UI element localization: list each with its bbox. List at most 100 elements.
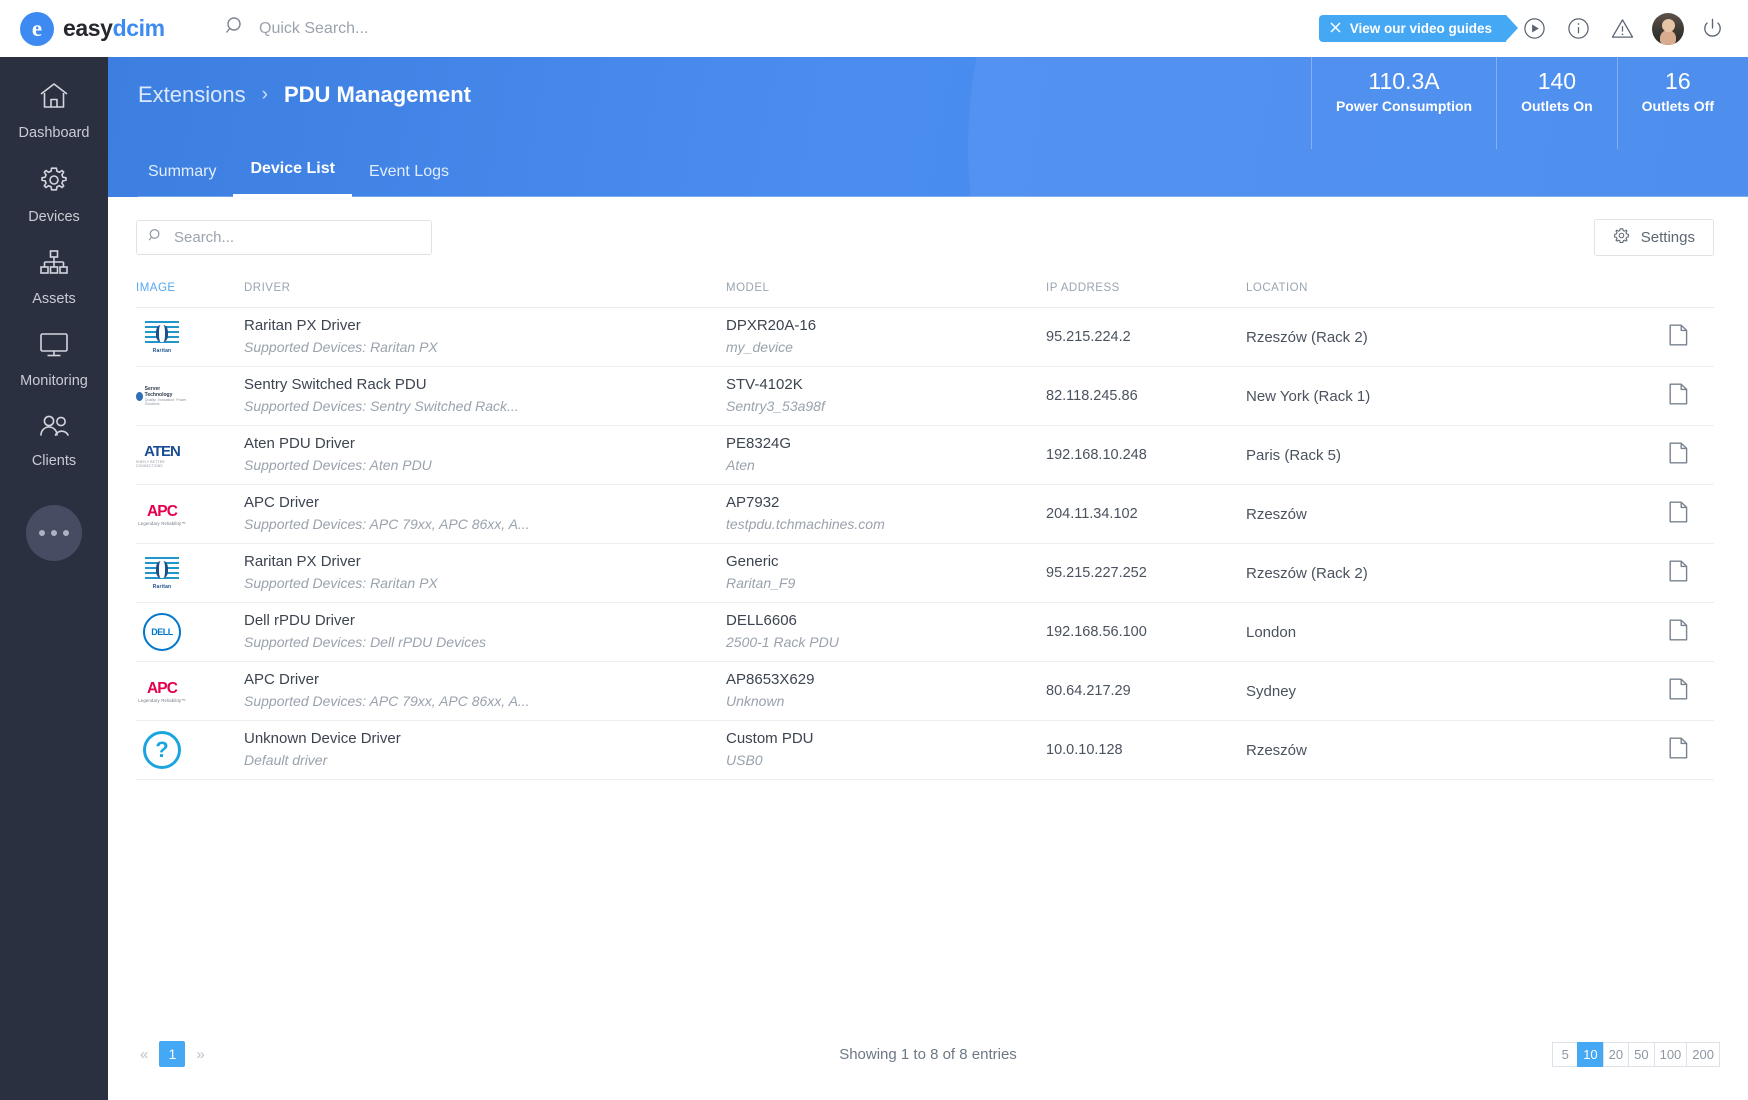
model-subtitle: USB0 — [726, 752, 763, 769]
pagination-page-1[interactable]: 1 — [159, 1041, 186, 1067]
tab-summary[interactable]: Summary — [138, 163, 233, 197]
column-header-ip-address[interactable]: IP ADDRESS — [1046, 282, 1246, 308]
warning-triangle-icon[interactable] — [1606, 13, 1638, 45]
notes-icon[interactable] — [1669, 619, 1688, 641]
model-subtitle: 2500-1 Rack PDU — [726, 634, 839, 651]
sidebar-item-clients[interactable]: Clients — [0, 413, 108, 469]
search-icon — [225, 16, 245, 41]
sentry-logo-icon: Server Technology Quality. Innovation. Po… — [136, 386, 188, 406]
tab-device-list[interactable]: Device List — [233, 160, 352, 197]
cell-image: DELL — [136, 602, 244, 662]
settings-label: Settings — [1640, 229, 1695, 246]
ip-address: 95.215.224.2 — [1046, 329, 1131, 345]
stat-label: Power Consumption — [1335, 97, 1473, 114]
stat-outlets-on: 140 Outlets On — [1496, 57, 1617, 149]
power-icon[interactable] — [1696, 13, 1728, 45]
gear-icon — [39, 165, 69, 200]
stat-value: 16 — [1665, 68, 1691, 94]
driver-name: Raritan PX Driver — [244, 316, 361, 334]
sidebar-item-label: Dashboard — [18, 125, 90, 141]
column-header-driver[interactable]: DRIVER — [244, 282, 726, 308]
table-row[interactable]: Raritan Raritan PX Driver Supported Device… — [136, 307, 1714, 367]
model-name: PE8324G — [726, 434, 792, 452]
notes-icon[interactable] — [1669, 501, 1688, 523]
column-header-image[interactable]: IMAGE — [136, 282, 244, 308]
cell-actions — [1636, 307, 1714, 367]
video-guides-banner[interactable]: View our video guides — [1318, 15, 1519, 42]
stat-value: 140 — [1537, 68, 1577, 94]
breadcrumb-parent[interactable]: Extensions — [138, 82, 246, 108]
column-header-model[interactable]: MODEL — [726, 282, 1046, 308]
cell-image: ? — [136, 720, 244, 780]
ip-address: 82.118.245.86 — [1046, 388, 1138, 404]
close-icon[interactable] — [1330, 21, 1341, 36]
ip-address: 10.0.10.128 — [1046, 742, 1123, 758]
unknown-device-icon: ? — [143, 731, 181, 769]
play-circle-icon[interactable] — [1518, 13, 1550, 45]
avatar[interactable] — [1652, 12, 1684, 45]
notes-icon[interactable] — [1669, 560, 1688, 582]
tab-bar: Summary Device List Event Logs — [138, 160, 466, 197]
driver-name: Sentry Switched Rack PDU — [244, 375, 427, 393]
page-size-option-5[interactable]: 5 — [1552, 1041, 1578, 1067]
driver-supported-devices: Supported Devices: APC 79xx, APC 86xx, A… — [244, 693, 530, 710]
location: Sydney — [1246, 682, 1297, 700]
cell-location: New York (Rack 1) — [1246, 366, 1636, 426]
monitor-icon — [38, 331, 70, 364]
page-size-option-200[interactable]: 200 — [1686, 1041, 1720, 1067]
cell-driver: Aten PDU Driver Supported Devices: Aten P… — [244, 425, 726, 485]
more-icon[interactable] — [26, 505, 82, 561]
table-row[interactable]: DELL Dell rPDU Driver Supported Devices: D… — [136, 602, 1714, 662]
notes-icon[interactable] — [1669, 324, 1688, 346]
location: New York (Rack 1) — [1246, 387, 1371, 405]
page-size-option-20[interactable]: 20 — [1602, 1041, 1629, 1067]
driver-name: Dell rPDU Driver — [244, 611, 355, 629]
sidebar-item-devices[interactable]: Devices — [0, 165, 108, 225]
driver-name: Aten PDU Driver — [244, 434, 355, 452]
pagination-next[interactable]: » — [192, 1044, 208, 1065]
notes-icon[interactable] — [1669, 442, 1688, 464]
brand-mark-icon: e — [20, 11, 54, 46]
breadcrumb: Extensions › PDU Management — [138, 82, 471, 108]
settings-button[interactable]: Settings — [1593, 219, 1714, 256]
table-row[interactable]: Server Technology Quality. Innovation. Po… — [136, 366, 1714, 426]
table-row[interactable]: APC Legendary Reliability™ APC Driver Suppo… — [136, 661, 1714, 721]
notes-icon[interactable] — [1669, 678, 1688, 700]
notes-icon[interactable] — [1669, 737, 1688, 759]
page-size-option-10[interactable]: 10 — [1577, 1041, 1603, 1067]
table-row[interactable]: Raritan Raritan PX Driver Supported Device… — [136, 543, 1714, 603]
search-input-wrapper[interactable] — [136, 220, 432, 255]
quick-search-input[interactable] — [259, 19, 559, 38]
cell-location: Rzeszów — [1246, 484, 1636, 544]
model-name: Custom PDU — [726, 729, 814, 747]
column-header-location[interactable]: LOCATION — [1246, 282, 1636, 308]
sidebar-item-assets[interactable]: Assets — [0, 249, 108, 307]
notes-icon[interactable] — [1669, 383, 1688, 405]
sidebar-item-monitoring[interactable]: Monitoring — [0, 331, 108, 389]
quick-search[interactable] — [225, 16, 559, 41]
table-toolbar: Settings — [108, 197, 1748, 256]
pagination-prev[interactable]: « — [136, 1044, 152, 1065]
ip-address: 192.168.56.100 — [1046, 624, 1147, 640]
ip-address: 192.168.10.248 — [1046, 447, 1147, 463]
stat-value: 110.3A — [1368, 68, 1440, 94]
table-row[interactable]: ? Unknown Device Driver Default driver Cust… — [136, 720, 1714, 780]
location: Rzeszów (Rack 2) — [1246, 328, 1368, 346]
info-circle-icon[interactable] — [1562, 13, 1594, 45]
table-header-row: IMAGE DRIVER MODEL IP ADDRESS LOCATION — [136, 282, 1714, 308]
cell-model: PE8324G Aten — [726, 425, 1046, 485]
stat-label: Outlets Off — [1641, 97, 1714, 114]
table-row[interactable]: APC Legendary Reliability™ APC Driver Suppo… — [136, 484, 1714, 544]
cell-image: Raritan — [136, 543, 244, 603]
sidebar-item-dashboard[interactable]: Dashboard — [0, 81, 108, 141]
ip-address: 80.64.217.29 — [1046, 683, 1131, 699]
table-row[interactable]: ATEN SIMPLY BETTER CONNECTIONS Aten PDU Dr… — [136, 425, 1714, 485]
brand-logo[interactable]: e easydcim — [20, 11, 180, 46]
page-size-option-50[interactable]: 50 — [1628, 1041, 1654, 1067]
page-title: PDU Management — [283, 82, 471, 107]
page-size-option-100[interactable]: 100 — [1653, 1041, 1687, 1067]
cell-actions — [1636, 602, 1714, 662]
search-input[interactable] — [174, 229, 420, 246]
tab-event-logs[interactable]: Event Logs — [352, 163, 466, 197]
cell-ip-address: 204.11.34.102 — [1046, 484, 1246, 544]
